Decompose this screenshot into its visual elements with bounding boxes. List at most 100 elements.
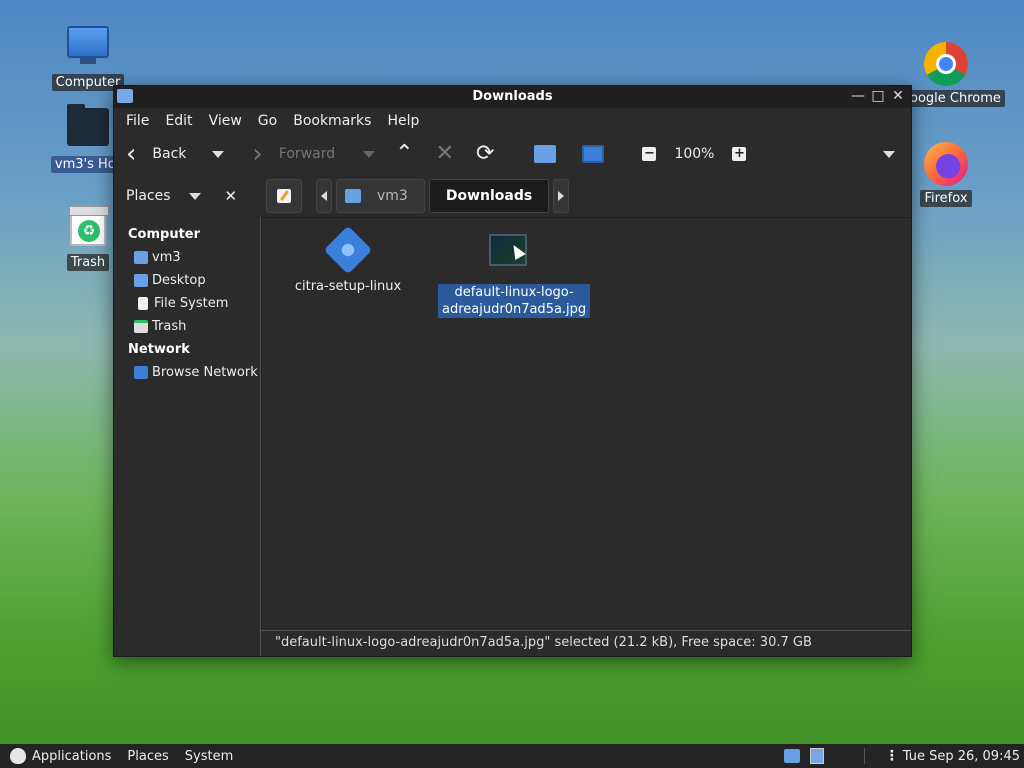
- network-icon: [134, 366, 148, 379]
- forward-label: Forward: [278, 146, 336, 162]
- file-name: default-linux-logo- adreajudr0n7ad5a.jpg: [438, 284, 591, 318]
- title-bar[interactable]: Downloads — □ ✕: [114, 86, 911, 108]
- breadcrumb-scroll-left[interactable]: [316, 179, 332, 213]
- maximize-button[interactable]: □: [871, 88, 885, 104]
- executable-icon: [323, 225, 373, 275]
- reload-button[interactable]: ⟳: [470, 138, 500, 170]
- trash-icon: ♻: [66, 206, 110, 250]
- breadcrumb-label: Downloads: [445, 188, 533, 204]
- computer-button[interactable]: [576, 138, 610, 170]
- sidebar-item-desktop[interactable]: Desktop: [114, 269, 260, 292]
- chevron-up-icon: ⌃: [395, 141, 414, 166]
- chevron-right-icon: ›: [252, 139, 263, 169]
- trash-icon: [134, 320, 148, 333]
- side-pane-selector[interactable]: Places ✕: [114, 187, 261, 205]
- clock[interactable]: Tue Sep 26, 09:45: [903, 749, 1020, 764]
- status-bar-left: [114, 630, 261, 656]
- home-folder-icon: [66, 104, 110, 152]
- desktop-folder-icon: [134, 274, 148, 287]
- sidebar-item-file-system[interactable]: File System: [114, 292, 260, 315]
- edit-location-button[interactable]: [266, 179, 302, 213]
- zoom-out-button[interactable]: −: [642, 147, 657, 161]
- zoom-level: 100%: [674, 146, 715, 162]
- file-view[interactable]: citra-setup-linux default-linux-logo- ad…: [261, 217, 911, 630]
- menu-go[interactable]: Go: [250, 113, 285, 129]
- file-item-citra-setup-linux[interactable]: citra-setup-linux: [278, 225, 418, 295]
- stop-icon: ✕: [435, 141, 454, 166]
- breadcrumb-label: vm3: [377, 188, 408, 204]
- home-folder-icon: [134, 251, 148, 264]
- chevron-left-icon: ‹: [126, 139, 137, 169]
- sidebar-item-label: Desktop: [152, 273, 206, 288]
- menu-help[interactable]: Help: [379, 113, 427, 129]
- sidebar-item-label: Trash: [152, 319, 187, 334]
- places-menu[interactable]: Places: [127, 749, 168, 764]
- file-manager-window: Downloads — □ ✕ File Edit View Go Bookma…: [113, 85, 912, 657]
- computer-icon: [66, 26, 110, 70]
- sidebar-item-label: Browse Network: [152, 365, 258, 380]
- file-name: citra-setup-linux: [294, 279, 402, 294]
- close-button[interactable]: ✕: [891, 88, 905, 104]
- sidebar-item-label: File System: [154, 296, 229, 311]
- desktop-icon-label: Trash: [66, 254, 110, 271]
- places-label: Places: [126, 188, 171, 204]
- zoom-in-button[interactable]: +: [732, 147, 747, 161]
- file-item-default-linux-logo[interactable]: default-linux-logo- adreajudr0n7ad5a.jpg: [438, 228, 591, 318]
- image-file-icon: [486, 234, 530, 278]
- menu-edit[interactable]: Edit: [157, 113, 200, 129]
- taskbar: Applications Places System ⋮ Tue Sep 26,…: [0, 744, 1024, 768]
- arrow-left-icon: [321, 191, 327, 201]
- stop-button[interactable]: ✕: [430, 138, 460, 170]
- sidebar-item-trash[interactable]: Trash: [114, 315, 260, 338]
- minimize-button[interactable]: —: [851, 88, 865, 104]
- status-bar: "default-linux-logo-adreajudr0n7ad5a.jpg…: [261, 630, 911, 656]
- computer-icon: [582, 145, 605, 163]
- back-history-dropdown[interactable]: [212, 150, 225, 158]
- parent-folder-button[interactable]: ⌃: [389, 138, 419, 170]
- firefox-icon: [924, 142, 968, 186]
- applications-menu[interactable]: Applications: [32, 749, 111, 764]
- menu-view[interactable]: View: [201, 113, 250, 129]
- breadcrumb-vm3[interactable]: vm3: [336, 179, 425, 213]
- close-side-pane-button[interactable]: ✕: [225, 187, 238, 205]
- menu-file[interactable]: File: [118, 113, 157, 129]
- desktop-icon-firefox[interactable]: Firefox: [906, 142, 986, 207]
- home-button[interactable]: [528, 138, 562, 170]
- toolbar-overflow-dropdown[interactable]: [883, 151, 895, 158]
- pencil-icon: [277, 189, 291, 203]
- forward-history-dropdown[interactable]: [363, 150, 376, 158]
- breadcrumb-scroll-right[interactable]: [553, 179, 570, 213]
- window-title: Downloads: [472, 89, 553, 104]
- file-name-line1: default-linux-logo-: [454, 285, 574, 300]
- home-folder-icon: [534, 145, 557, 163]
- chrome-icon: [924, 42, 968, 86]
- back-button[interactable]: ‹ Back: [120, 138, 192, 170]
- system-menu[interactable]: System: [185, 749, 233, 764]
- arrow-right-icon: [558, 191, 565, 201]
- reload-icon: ⟳: [476, 141, 495, 166]
- desktop-icon-label: Firefox: [920, 190, 972, 207]
- menu-bookmarks[interactable]: Bookmarks: [285, 113, 379, 129]
- file-manager-taskbar-icon[interactable]: [783, 749, 800, 763]
- places-sidebar: Computer vm3 Desktop File System Trash N…: [114, 217, 261, 630]
- desktop-icon-label: oogle Chrome: [906, 90, 1005, 107]
- desktop-icon-computer[interactable]: Computer: [48, 26, 128, 91]
- home-icon: [345, 189, 361, 203]
- show-desktop-icon[interactable]: [809, 748, 824, 764]
- sidebar-item-label: vm3: [152, 250, 181, 265]
- chevron-down-icon: [188, 192, 201, 200]
- sidebar-heading-computer: Computer: [128, 227, 201, 242]
- more-options-icon[interactable]: ⋮: [885, 748, 899, 764]
- location-bar: Places ✕ vm3 Downloads: [114, 175, 911, 217]
- back-label: Back: [152, 146, 187, 162]
- breadcrumb-downloads[interactable]: Downloads: [428, 179, 550, 213]
- gnome-foot-icon: [10, 748, 26, 764]
- separator: [863, 748, 865, 764]
- sidebar-item-vm3[interactable]: vm3: [114, 246, 260, 269]
- forward-button[interactable]: › Forward: [246, 138, 341, 170]
- drive-icon: [138, 297, 148, 310]
- sidebar-heading-network: Network: [128, 342, 190, 357]
- desktop-icon-chrome[interactable]: oogle Chrome: [906, 42, 1005, 107]
- menu-bar: File Edit View Go Bookmarks Help: [114, 108, 911, 133]
- sidebar-item-browse-network[interactable]: Browse Network: [114, 361, 260, 384]
